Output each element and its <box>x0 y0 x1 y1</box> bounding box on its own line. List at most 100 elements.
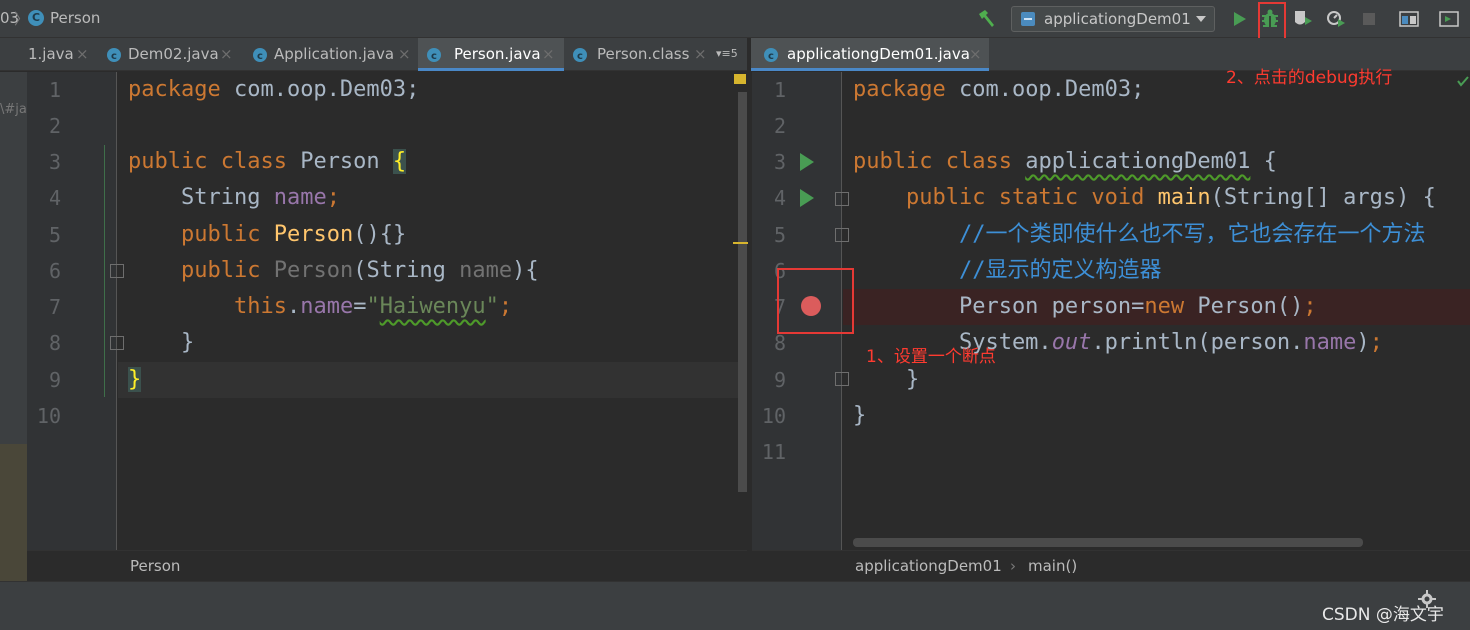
right-breadcrumb-bar: applicationgDem01 › main() <box>752 550 1470 580</box>
breakpoint-highlight <box>777 268 854 334</box>
svg-text:c: c <box>431 51 437 62</box>
close-icon[interactable]: × <box>76 45 89 63</box>
warning-marker-line[interactable] <box>733 242 748 244</box>
tab-applicationgdem01-java[interactable]: c applicationgDem01.java × <box>751 38 989 71</box>
line-number: 10 <box>36 404 61 428</box>
close-icon[interactable]: × <box>220 45 233 63</box>
line-number: 3 <box>48 150 61 174</box>
code-line[interactable]: } <box>128 362 142 398</box>
tab-label: Person.java <box>454 45 541 63</box>
line-number: 9 <box>48 368 61 392</box>
java-file-icon <box>1021 12 1035 26</box>
line-number: 1 <box>48 78 61 102</box>
coverage-icon[interactable] <box>1292 8 1314 30</box>
chevron-down-icon <box>1196 16 1206 22</box>
breadcrumb-separator: › <box>1010 557 1016 575</box>
right-editor[interactable]: 1 2 3 4 5 6 7 8 9 10 11 package com.oop.… <box>752 72 1470 550</box>
fold-marker[interactable] <box>835 228 849 242</box>
project-structure-icon[interactable] <box>1398 8 1420 30</box>
tab-label: Dem02.java <box>128 45 219 63</box>
tab-label: 1.java <box>28 45 74 63</box>
code-line[interactable]: } <box>128 325 194 361</box>
terminal-icon[interactable] <box>1438 8 1460 30</box>
code-line[interactable]: //显示的定义构造器 <box>853 253 1162 289</box>
line-number: 6 <box>48 259 61 283</box>
breadcrumb-file[interactable]: Person <box>50 9 100 27</box>
line-number: 4 <box>48 186 61 210</box>
line-number: 5 <box>773 223 786 247</box>
breadcrumb-class[interactable]: Person <box>130 557 180 575</box>
debug-annotation: 2、点击的debug执行 <box>1226 68 1393 88</box>
code-line[interactable]: //一个类即使什么也不写，它也会存在一个方法 <box>853 217 1426 253</box>
code-line[interactable]: package com.oop.Dem03; <box>128 72 419 108</box>
breadcrumb-class[interactable]: applicationgDem01 <box>855 557 1002 575</box>
run-configuration-label: applicationgDem01 <box>1044 10 1191 28</box>
line-number: 9 <box>773 368 786 392</box>
hammer-icon[interactable] <box>975 8 997 30</box>
svg-text:c: c <box>111 51 117 62</box>
horizontal-scrollbar[interactable] <box>853 538 1363 547</box>
svg-text:c: c <box>577 51 583 62</box>
line-number: 1 <box>773 78 786 102</box>
csdn-watermark: CSDN @海文宇 <box>1322 605 1444 625</box>
project-tree-fragment: \#ja <box>0 102 27 117</box>
fold-marker[interactable] <box>835 372 849 386</box>
class-icon: c <box>107 48 121 62</box>
tab-application-java[interactable]: c Application.java × <box>244 38 418 71</box>
tab-person-class[interactable]: c Person.class × <box>564 38 714 71</box>
code-line[interactable]: public class Person { <box>128 144 407 180</box>
run-gutter-icon[interactable] <box>800 189 814 207</box>
left-tool-stripe: \#ja <box>0 72 27 630</box>
close-icon[interactable]: × <box>969 45 982 63</box>
tab-dem02-java[interactable]: c Dem02.java × <box>98 38 244 71</box>
left-editor[interactable]: 1 2 3 4 5 6 7 8 9 10 package com.oop.Dem… <box>27 72 747 550</box>
tab-person-java[interactable]: c Person.java × <box>418 38 564 71</box>
left-breadcrumb-bar: Person <box>27 550 747 580</box>
scrollbar-thumb[interactable] <box>738 92 747 492</box>
left-tab-bar: 1.java × c Dem02.java × c Application.ja… <box>0 38 747 71</box>
code-line[interactable]: String name; <box>128 180 340 216</box>
fold-marker[interactable] <box>835 192 849 206</box>
tab-label: Application.java <box>274 45 395 63</box>
check-icon <box>1457 76 1469 87</box>
stop-icon[interactable] <box>1358 8 1380 30</box>
code-line[interactable]: public Person(String name){ <box>128 253 539 289</box>
navigation-bar: 03 〉 C Person applicationgDem01 <box>0 0 1470 44</box>
tab-overflow-menu[interactable]: ▾≡5 <box>716 47 738 60</box>
code-line[interactable]: package com.oop.Dem03; <box>853 72 1144 108</box>
svg-text:c: c <box>257 51 263 62</box>
class-icon: c <box>253 48 267 62</box>
close-icon[interactable]: × <box>542 45 555 63</box>
close-icon[interactable]: × <box>694 45 707 63</box>
tab-label: Person.class <box>597 45 690 63</box>
tab-1-java[interactable]: 1.java × <box>0 38 98 71</box>
run-gutter-icon[interactable] <box>800 153 814 171</box>
code-line[interactable]: public Person(){} <box>128 217 406 253</box>
line-number: 2 <box>773 114 786 138</box>
vertical-scrollbar[interactable] <box>738 92 747 492</box>
code-line[interactable]: Person person=new Person(); <box>853 289 1317 325</box>
line-number: 10 <box>761 404 786 428</box>
class-icon: c <box>427 48 441 62</box>
breadcrumb-method[interactable]: main() <box>1028 557 1077 575</box>
profile-icon[interactable] <box>1325 8 1347 30</box>
line-number: 4 <box>773 186 786 210</box>
close-icon[interactable]: × <box>398 45 411 63</box>
code-line[interactable]: } <box>853 362 919 398</box>
line-number: 8 <box>48 331 61 355</box>
code-line[interactable]: public class applicationgDem01 { <box>853 144 1277 180</box>
class-icon: C <box>28 10 44 26</box>
line-number: 11 <box>761 440 786 464</box>
run-icon[interactable] <box>1228 8 1250 30</box>
fold-marker[interactable] <box>110 264 124 278</box>
caret-line <box>118 362 747 398</box>
line-number: 7 <box>48 295 61 319</box>
fold-marker[interactable] <box>110 336 124 350</box>
code-line[interactable]: public static void main(String[] args) { <box>853 180 1436 216</box>
warning-marker[interactable] <box>734 74 746 84</box>
run-configuration-select[interactable]: applicationgDem01 <box>1011 6 1215 32</box>
code-line[interactable]: } <box>853 398 866 434</box>
bottom-tool-bar: CSDN @海文宇 <box>0 581 1470 630</box>
code-line[interactable]: this.name="Haiwenyu"; <box>128 289 512 325</box>
change-marker <box>104 145 105 397</box>
